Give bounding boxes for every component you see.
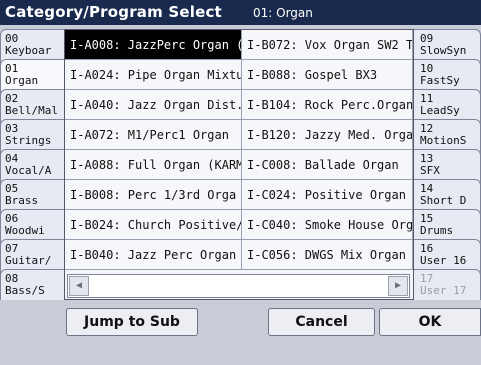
program-cell[interactable]: I-A072: M1/Perc1 Organ: [65, 120, 242, 150]
category-tab-name: Drums: [420, 224, 454, 237]
scroll-right-arrow-icon[interactable]: ▶: [388, 276, 408, 296]
program-cell[interactable]: I-C056: DWGS Mix Organ: [242, 240, 413, 270]
program-cell[interactable]: I-B008: Perc 1/3rd Orga: [65, 180, 242, 210]
program-cell[interactable]: I-A088: Full Organ (KARM: [65, 150, 242, 180]
program-cell[interactable]: I-B072: Vox Organ SW2 T: [242, 30, 413, 60]
category-tab-name: User 16: [420, 254, 467, 267]
program-list-frame: I-A008: JazzPerc Organ (I-B072: Vox Orga…: [64, 29, 414, 300]
category-tab-name: Guitar/: [5, 254, 52, 267]
category-tab-name: Keyboar: [5, 44, 52, 57]
horizontal-scrollbar[interactable]: ◀ ▶: [67, 274, 410, 298]
dialog-title: Category/Program Select: [5, 3, 222, 21]
cancel-button[interactable]: Cancel: [268, 308, 375, 336]
program-cell[interactable]: I-B104: Rock Perc.Organ: [242, 90, 413, 120]
category-tab-name: LeadSy: [420, 104, 460, 117]
category-tab-name: SFX: [420, 164, 440, 177]
program-cell[interactable]: I-A024: Pipe Organ Mixtu: [65, 60, 242, 90]
category-tab-name: Organ: [5, 74, 39, 87]
program-cell[interactable]: I-C040: Smoke House Org: [242, 210, 413, 240]
program-cell[interactable]: I-B120: Jazzy Med. Organ: [242, 120, 413, 150]
title-bar: Category/Program Select 01: Organ: [0, 0, 481, 25]
program-cell[interactable]: I-B024: Church Positive/I: [65, 210, 242, 240]
scroll-left-arrow-icon[interactable]: ◀: [69, 276, 89, 296]
ok-button[interactable]: OK: [379, 308, 481, 336]
program-cell[interactable]: I-A040: Jazz Organ Dist.R: [65, 90, 242, 120]
program-cell[interactable]: I-C024: Positive Organ: [242, 180, 413, 210]
category-tab-name: Strings: [5, 134, 52, 147]
category-tab-name: Vocal/A: [5, 164, 52, 177]
category-tab-name: FastSy: [420, 74, 460, 87]
category-tab-name: Short D: [420, 194, 467, 207]
jump-to-sub-button[interactable]: Jump to Sub: [66, 308, 198, 336]
bottom-button-bar: Jump to Sub Cancel OK: [0, 300, 481, 365]
program-cell[interactable]: I-B040: Jazz Perc Organ: [65, 240, 242, 270]
current-category: 01: Organ: [253, 6, 313, 20]
program-cell[interactable]: I-B088: Gospel BX3: [242, 60, 413, 90]
category-tab-name: SlowSyn: [420, 44, 467, 57]
category-tab-name: Bass/S: [5, 284, 45, 297]
program-cell[interactable]: I-C008: Ballade Organ: [242, 150, 413, 180]
category-tab-name: MotionS: [420, 134, 467, 147]
program-cell[interactable]: I-A008: JazzPerc Organ (: [65, 30, 242, 60]
category-tab-name: User 17: [420, 284, 467, 297]
category-tab-name: Brass: [5, 194, 39, 207]
category-tab-name: Woodwi: [5, 224, 45, 237]
program-grid: I-A008: JazzPerc Organ (I-B072: Vox Orga…: [65, 30, 413, 273]
category-tab-name: Bell/Mal: [5, 104, 58, 117]
